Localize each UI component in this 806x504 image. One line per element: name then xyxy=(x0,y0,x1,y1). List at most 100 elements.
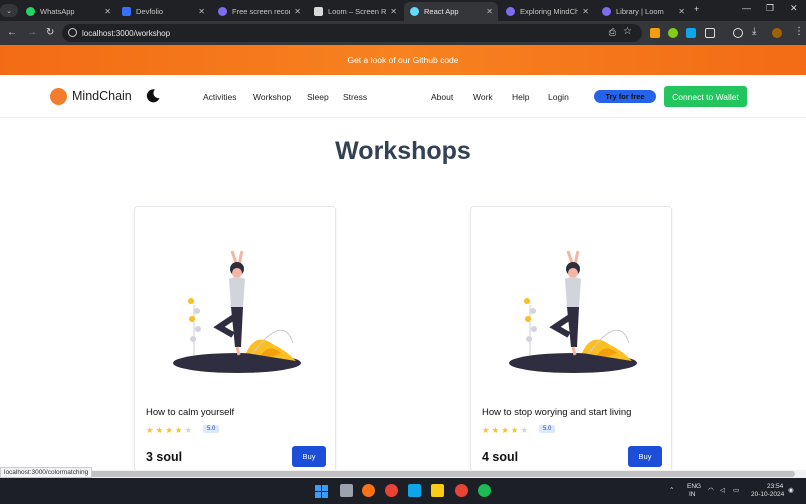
devfolio-icon xyxy=(122,7,131,16)
scrollbar-thumb[interactable] xyxy=(90,471,795,477)
nav-workshop[interactable]: Workshop xyxy=(253,92,291,102)
url-input[interactable]: localhost:3000/workshop ⎙ ☆ xyxy=(62,24,642,42)
download-icon[interactable]: ⤓ xyxy=(752,26,756,37)
close-window-icon[interactable]: ✕ xyxy=(790,3,798,14)
clock-date[interactable]: 20-10-2024 xyxy=(751,491,784,498)
close-icon[interactable]: ✕ xyxy=(486,7,493,16)
tab-search-button[interactable]: ⌄ xyxy=(0,4,18,17)
brand-logo-icon[interactable] xyxy=(50,88,67,105)
rating-badge: 5.0 xyxy=(539,425,556,433)
back-icon[interactable]: ← xyxy=(7,27,17,38)
tab-exploring-mindchain[interactable]: Exploring MindChain ✕ xyxy=(500,2,594,21)
minimize-icon[interactable]: — xyxy=(742,3,751,13)
react-icon xyxy=(410,7,419,16)
nav-stress[interactable]: Stress xyxy=(343,92,367,102)
tab-loom[interactable]: Loom – Screen Reco ✕ xyxy=(308,2,402,21)
battery-icon[interactable]: ▭ xyxy=(733,486,739,494)
clock-time[interactable]: 23:54 xyxy=(767,483,783,490)
yoga-illustration xyxy=(509,250,637,373)
language-region[interactable]: IN xyxy=(689,491,696,498)
tab-react-app[interactable]: React App ✕ xyxy=(404,2,498,21)
firefox-icon[interactable] xyxy=(362,484,375,497)
language-code[interactable]: ENG xyxy=(687,483,701,490)
wifi-icon[interactable]: ◠ xyxy=(708,486,714,494)
nav-help[interactable]: Help xyxy=(512,92,529,102)
install-icon[interactable]: ⎙ xyxy=(609,27,616,38)
star-icon: ★ xyxy=(184,425,193,435)
star-icon: ★ xyxy=(491,425,500,435)
card-title: How to calm yourself xyxy=(146,407,235,418)
sync-icon[interactable] xyxy=(733,28,743,38)
loom-icon xyxy=(506,7,515,16)
windows-start-icon[interactable] xyxy=(315,485,328,498)
nav-login[interactable]: Login xyxy=(548,92,569,102)
avatar[interactable] xyxy=(772,28,782,38)
menu-kebab-icon[interactable]: ⋮ xyxy=(794,26,804,37)
close-icon[interactable]: ✕ xyxy=(678,7,685,16)
banner-text[interactable]: Get a look of our Github code xyxy=(347,55,458,65)
star-rating: ★ ★ ★ ★ ★ xyxy=(482,425,528,436)
close-icon[interactable]: ✕ xyxy=(582,7,589,16)
try-for-free-button[interactable]: Try for free xyxy=(594,90,656,103)
yoga-illustration xyxy=(173,250,301,373)
new-tab-icon[interactable]: + xyxy=(694,4,699,14)
url-text: localhost:3000/workshop xyxy=(82,28,171,38)
nav-work[interactable]: Work xyxy=(473,92,493,102)
star-rating: ★ ★ ★ ★ ★ xyxy=(146,425,192,436)
address-bar: ← → ↻ localhost:3000/workshop ⎙ ☆ ⤓ ⋮ xyxy=(0,21,806,45)
github-banner[interactable]: Get a look of our Github code xyxy=(0,45,806,75)
chrome-icon[interactable] xyxy=(385,484,398,497)
nav-sleep[interactable]: Sleep xyxy=(307,92,329,102)
chrome-icon[interactable] xyxy=(455,484,468,497)
status-link-preview: localhost:3000/colormatching xyxy=(0,467,93,478)
brand-name[interactable]: MindChain xyxy=(72,89,132,103)
volume-icon[interactable]: ◁ xyxy=(720,486,725,494)
extensions-puzzle-icon[interactable] xyxy=(705,28,715,38)
reload-icon[interactable]: ↻ xyxy=(46,27,54,38)
page-title: Workshops xyxy=(335,137,471,165)
tray-chevron-up-icon[interactable]: ⌃ xyxy=(669,486,674,494)
metamask-icon[interactable] xyxy=(650,28,660,38)
tab-label: Loom – Screen Reco xyxy=(328,7,386,16)
buy-button[interactable]: Buy xyxy=(628,446,662,467)
site-info-icon[interactable] xyxy=(68,28,77,37)
star-icon: ★ xyxy=(501,425,509,435)
file-explorer-icon[interactable] xyxy=(431,484,444,497)
maximize-icon[interactable]: ❐ xyxy=(766,3,774,14)
tab-devfolio[interactable]: Devfolio ✕ xyxy=(116,2,210,21)
close-icon[interactable]: ✕ xyxy=(104,7,111,16)
buy-button[interactable]: Buy xyxy=(292,446,326,467)
bookmark-star-icon[interactable]: ☆ xyxy=(623,26,632,37)
close-icon[interactable]: ✕ xyxy=(198,7,205,16)
extension-icon[interactable] xyxy=(686,28,696,38)
rating-badge: 5.0 xyxy=(203,425,220,433)
tab-whatsapp[interactable]: WhatsApp ✕ xyxy=(20,2,116,21)
notification-bell-icon[interactable]: ◉ xyxy=(788,486,794,494)
tab-screen-recorder[interactable]: Free screen recorder ✕ xyxy=(212,2,306,21)
vscode-icon[interactable] xyxy=(408,484,421,497)
nav-activities[interactable]: Activities xyxy=(203,92,237,102)
close-icon[interactable]: ✕ xyxy=(390,7,397,16)
connect-wallet-button[interactable]: Connect to Wallet xyxy=(664,86,747,107)
loom-icon xyxy=(218,7,227,16)
chevron-down-icon: ⌄ xyxy=(6,7,12,15)
card-price: 4 soul xyxy=(482,450,519,464)
star-icon: ★ xyxy=(510,425,519,435)
star-icon: ★ xyxy=(146,425,154,435)
tab-library-loom[interactable]: Library | Loom ✕ xyxy=(596,2,690,21)
star-icon: ★ xyxy=(482,425,490,435)
extension-icon[interactable] xyxy=(668,28,678,38)
close-icon[interactable]: ✕ xyxy=(294,7,301,16)
task-view-icon[interactable] xyxy=(340,484,353,497)
whatsapp-icon xyxy=(26,7,35,16)
site-navbar: MindChain Activities Workshop Sleep Stre… xyxy=(0,75,806,118)
dark-mode-moon-icon[interactable] xyxy=(145,88,161,104)
horizontal-scrollbar[interactable] xyxy=(0,470,806,478)
tab-label: WhatsApp xyxy=(40,7,75,16)
tab-label: Exploring MindChain xyxy=(520,7,578,16)
nav-about[interactable]: About xyxy=(431,92,453,102)
windows-taskbar xyxy=(0,478,806,504)
forward-icon[interactable]: → xyxy=(27,27,37,38)
star-icon: ★ xyxy=(155,425,164,435)
spotify-icon[interactable] xyxy=(478,484,491,497)
